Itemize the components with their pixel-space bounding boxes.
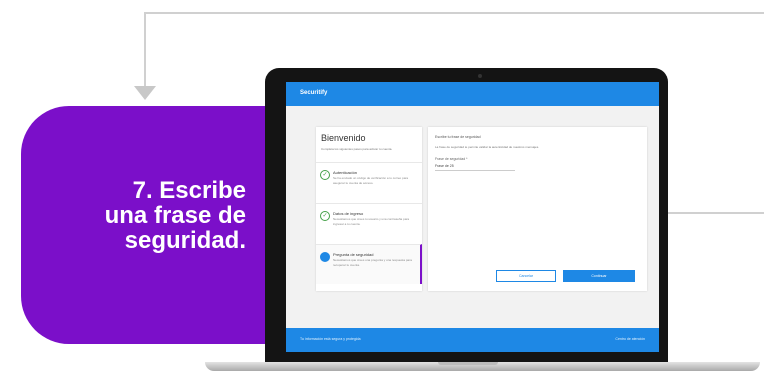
laptop-notch — [438, 362, 498, 365]
check-icon: ✓ — [320, 211, 330, 221]
app-header: Securitify — [286, 82, 659, 106]
step-login-data[interactable]: ✓ Datos de ingreso Necesitamos que crees… — [316, 203, 422, 243]
callout-text: 7. Escribe una frase de seguridad. — [104, 177, 246, 254]
step-callout: 7. Escribe una frase de seguridad. — [21, 106, 271, 344]
phrase-label: Frase de seguridad * — [435, 157, 468, 161]
step-authentication[interactable]: ✓ Autenticación Se ha enviado un código … — [316, 162, 422, 202]
welcome-subtitle: Completa los siguientes pasos para activ… — [321, 147, 393, 151]
app-footer: Tu información está segura y protegida C… — [286, 328, 659, 352]
step-title: Datos de ingreso — [333, 211, 364, 216]
step-title: Pregunta de seguridad — [333, 252, 374, 257]
laptop-screen: Securitify Bienvenido Completa los sigui… — [286, 82, 659, 352]
arrow-down-icon — [134, 86, 156, 100]
step-desc: Se ha enviado un código de verificación … — [333, 176, 409, 185]
check-icon: ✓ — [320, 170, 330, 180]
connector-line-vertical — [144, 12, 146, 88]
welcome-title: Bienvenido — [321, 133, 366, 143]
security-phrase-input[interactable]: Frase de 25 — [435, 164, 515, 171]
step-security-question[interactable]: Pregunta de seguridad Necesitamos que cr… — [316, 244, 422, 284]
form-heading: Escribe tu frase de seguridad — [435, 135, 481, 139]
step-desc: Necesitamos que crees una pregunta y una… — [333, 258, 412, 267]
connector-line-right — [668, 212, 764, 214]
cancel-button[interactable]: Cancelar — [496, 270, 556, 282]
connector-line-top — [144, 12, 764, 14]
step-desc: Necesitamos que crees tu usuario y una c… — [333, 217, 410, 226]
steps-panel: Bienvenido Completa los siguientes pasos… — [316, 127, 422, 291]
step-title: Autenticación — [333, 170, 358, 175]
continue-button[interactable]: Continuar — [563, 270, 635, 282]
footer-help-link[interactable]: Centro de atención — [615, 337, 645, 341]
active-step-icon — [320, 252, 330, 262]
footer-security-note: Tu información está segura y protegida — [300, 337, 361, 341]
camera-icon — [478, 74, 482, 78]
security-phrase-form: Escribe tu frase de seguridad La frase d… — [428, 127, 647, 291]
brand-logo[interactable]: Securitify — [300, 90, 327, 96]
form-description: La frase de seguridad te permite validar… — [435, 145, 540, 149]
